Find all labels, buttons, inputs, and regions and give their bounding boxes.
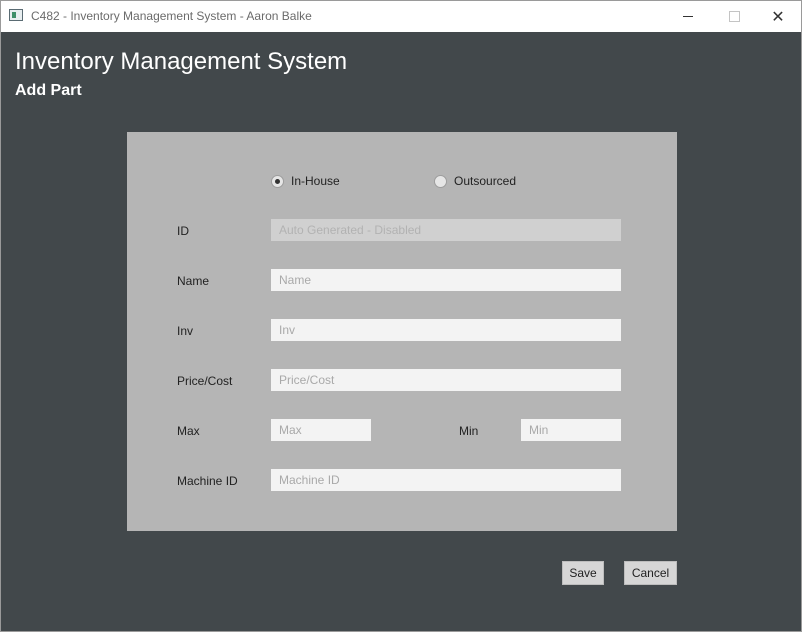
id-label: ID — [177, 224, 189, 238]
maximize-icon — [728, 11, 740, 22]
page-title: Inventory Management System — [15, 48, 348, 75]
page-subtitle: Add Part — [15, 82, 82, 99]
maximize-button[interactable] — [711, 1, 757, 32]
app-window: C482 - Inventory Management System - Aar… — [0, 0, 802, 632]
window-title: C482 - Inventory Management System - Aar… — [31, 9, 312, 23]
close-button[interactable]: ✕ — [755, 1, 801, 32]
price-cost-field[interactable] — [271, 369, 621, 391]
title-bar[interactable]: C482 - Inventory Management System - Aar… — [1, 1, 801, 32]
price-cost-label: Price/Cost — [177, 374, 233, 388]
machine-id-field[interactable] — [271, 469, 621, 491]
minimize-button[interactable] — [665, 1, 711, 32]
in-house-label: In-House — [291, 174, 340, 188]
min-label: Min — [459, 424, 479, 438]
radio-selected-icon — [271, 174, 284, 188]
name-field[interactable] — [271, 269, 621, 291]
min-field[interactable] — [521, 419, 621, 441]
inv-field[interactable] — [271, 319, 621, 341]
max-label: Max — [177, 424, 200, 438]
add-part-form: In-House Outsourced ID Name Inv Price/Co… — [127, 132, 677, 531]
max-field[interactable] — [271, 419, 371, 441]
id-field — [271, 219, 621, 241]
cancel-button[interactable]: Cancel — [624, 561, 677, 585]
name-label: Name — [177, 274, 210, 288]
minimize-icon — [683, 16, 693, 17]
save-button[interactable]: Save — [562, 561, 604, 585]
outsourced-label: Outsourced — [454, 174, 517, 188]
in-house-radio[interactable]: In-House — [271, 174, 340, 188]
app-window-icon — [9, 9, 23, 21]
close-icon: ✕ — [771, 6, 785, 26]
machine-id-label: Machine ID — [177, 474, 238, 488]
radio-unselected-icon — [434, 174, 447, 188]
inv-label: Inv — [177, 324, 194, 338]
outsourced-radio[interactable]: Outsourced — [434, 174, 516, 188]
